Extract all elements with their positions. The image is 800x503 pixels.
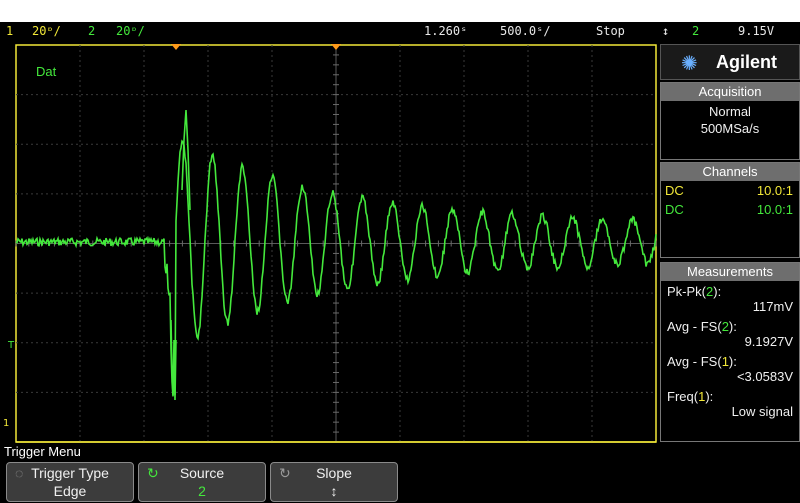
softkey-label: Source xyxy=(179,465,225,481)
measurement-label: Avg - FS(1): xyxy=(667,354,737,369)
ch1-ground-marker[interactable]: 1 xyxy=(3,418,9,429)
softkey-label: Trigger Type xyxy=(31,465,109,481)
source-softkey[interactable]: ↻ Source 2 xyxy=(138,462,266,502)
measurements-title: Measurements xyxy=(661,263,799,281)
trigger-level-marker[interactable]: T xyxy=(8,340,14,351)
delay-reference-marker xyxy=(331,44,341,50)
channel-1-probe: 10.0:1 xyxy=(756,183,793,198)
ch2-scale: 20ᶛ/ xyxy=(116,24,145,38)
top-bar xyxy=(0,0,800,22)
trigger-source: 2 xyxy=(692,24,700,38)
acquisition-title: Acquisition xyxy=(661,83,799,101)
channel-2-coupling: DC xyxy=(665,202,684,217)
softkey-bar: Trigger Menu ◌ Trigger Type Edge ↻ Sourc… xyxy=(0,443,800,503)
trigger-icon: ↕ xyxy=(662,24,670,38)
brand-name: Agilent xyxy=(716,52,777,72)
slope-icon: ↕ xyxy=(330,483,338,499)
slope-softkey[interactable]: ↻ Slope ↕ xyxy=(270,462,398,502)
measurement-label: Freq(1): xyxy=(667,389,714,404)
ch1-scale: 20ᶛ/ xyxy=(32,24,61,38)
channel-1-coupling: DC xyxy=(665,183,684,198)
measurement-value: <3.0583V xyxy=(736,369,793,384)
time-scale: 500.0ˢ/ xyxy=(500,24,551,38)
time-delay: 1.260ˢ xyxy=(424,24,468,38)
measurement-label: Pk-Pk(2): xyxy=(667,284,722,299)
measurement-value: Low signal xyxy=(731,404,793,419)
acquisition-rate: 500MSa/s xyxy=(700,121,760,136)
channels-title: Channels xyxy=(661,163,799,181)
channels-panel[interactable]: Channels DC 10.0:1 DC 10.0:1 xyxy=(660,162,800,258)
run-state[interactable]: Stop xyxy=(596,22,625,40)
measurement-value: 9.1927V xyxy=(744,334,793,349)
channel-2-probe: 10.0:1 xyxy=(756,202,793,217)
trigger-type-softkey[interactable]: ◌ Trigger Type Edge xyxy=(6,462,134,502)
acquisition-mode: Normal xyxy=(709,104,751,119)
trigger-position-marker xyxy=(171,44,181,50)
ch1-number[interactable]: 1 xyxy=(6,22,13,40)
ch2-number[interactable]: 2 xyxy=(88,22,95,40)
softkey-value: Edge xyxy=(53,483,87,499)
trigger-level: 9.15V xyxy=(738,24,775,38)
softkey-value: 2 xyxy=(198,483,206,499)
acquisition-panel[interactable]: Acquisition Normal 500MSa/s xyxy=(660,82,800,160)
channel-row-2: DC 10.0:1 xyxy=(661,200,799,219)
channel-row-1: DC 10.0:1 xyxy=(661,181,799,200)
measurement-label: Avg - FS(2): xyxy=(667,319,737,334)
status-bar: 1 20ᶛ/ 2 20ᶛ/ 1.260ˢ 500.0ˢ/ Stop ↕ 2 9.… xyxy=(0,22,800,40)
measurement-value: 117mV xyxy=(752,299,793,314)
waveform-graticule xyxy=(15,44,657,443)
measurements-panel[interactable]: Measurements Pk-Pk(2): 117mV Avg - FS(2)… xyxy=(660,262,800,442)
softkey-label: Slope xyxy=(316,465,352,481)
brand-logo: ✺ Agilent xyxy=(660,44,800,80)
agilent-spark-icon: ✺ xyxy=(681,51,698,75)
waveform-display[interactable]: Dat T 1 xyxy=(0,40,660,443)
channel-label: Dat xyxy=(36,64,57,79)
menu-title: Trigger Menu xyxy=(4,444,81,459)
